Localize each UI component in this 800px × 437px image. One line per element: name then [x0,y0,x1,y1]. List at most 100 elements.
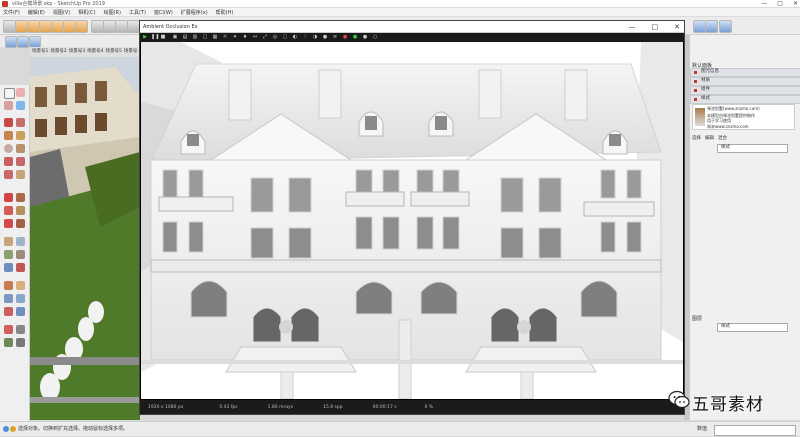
ao-close-button[interactable]: ✕ [674,21,680,33]
protractor-icon[interactable] [4,250,13,259]
eye-icon[interactable]: ● [322,34,328,40]
move-tool-icon[interactable] [4,193,13,202]
arc-tool-icon[interactable] [4,157,13,166]
line-tool-icon[interactable] [4,118,13,127]
position-camera-icon[interactable] [4,325,13,334]
pause-icon[interactable]: ❚❚ [151,34,159,40]
dimension-tool-icon[interactable] [16,237,25,246]
tape-measure-icon[interactable] [4,237,13,246]
filter-icon[interactable]: ≡ [332,34,338,40]
offset-tool-icon[interactable] [16,219,25,228]
circle-tool-icon[interactable] [4,144,13,153]
select-tool-icon[interactable] [4,88,15,99]
previous-view-icon[interactable] [16,307,25,316]
tab-mix[interactable]: 混合 [718,135,727,141]
walk-icon[interactable] [17,36,29,48]
paint-tool-icon[interactable] [4,101,13,110]
arc2-tool-icon[interactable] [16,157,25,166]
sun-icon[interactable]: ☼ [222,34,228,40]
play-icon[interactable]: ▶ [142,34,148,40]
paint-bucket-icon[interactable] [16,101,25,110]
stop-icon[interactable]: ■ [160,34,166,40]
scale-tool-icon[interactable] [4,219,13,228]
polygon-tool-icon[interactable] [16,144,25,153]
zoom-tool-icon[interactable] [4,294,13,303]
zoom-extents-icon[interactable] [4,307,13,316]
rectangle-tool-icon[interactable] [4,131,13,140]
sketchup-viewport[interactable] [30,57,140,420]
menu-draw[interactable]: 绘图(R) [104,9,121,16]
toggle-icon[interactable]: ◐ [292,34,298,40]
expand-icon[interactable]: ⤢ [262,34,268,40]
copy-icon[interactable]: ▤ [182,34,188,40]
menu-edit[interactable]: 编辑(E) [28,9,45,16]
rotate-tool-icon[interactable] [4,206,13,215]
orbit-tool-icon[interactable] [4,281,13,290]
maximize-button[interactable]: □ [777,0,783,8]
pie-tool-icon[interactable] [16,170,25,179]
scene-tab-6[interactable]: 场景号 [124,47,138,57]
orbit-icon[interactable] [5,36,17,48]
section-plane-icon[interactable] [16,338,25,347]
menu-camera[interactable]: 相机(C) [78,9,95,16]
menu-window[interactable]: 窗口(W) [154,9,173,16]
style-select[interactable]: 样式 [717,144,788,153]
save-icon[interactable]: ▣ [172,34,178,40]
ao-render-viewport[interactable] [141,42,683,399]
minimize-button[interactable]: — [761,0,767,8]
fit-icon[interactable]: ▢ [282,34,288,40]
record-icon[interactable]: ● [342,34,348,40]
menu-file[interactable]: 文件(F) [3,9,20,16]
arc3-tool-icon[interactable] [4,170,13,179]
light-icon[interactable]: ✦ [232,34,238,40]
pan-tool-icon[interactable] [16,281,25,290]
follow-me-icon[interactable] [16,206,25,215]
look-around-icon[interactable] [4,338,13,347]
scene-tab-4[interactable]: 场景号4 [87,47,103,57]
geo-icon[interactable] [10,426,16,432]
text-tool-icon[interactable] [16,250,25,259]
ao-maximize-button[interactable]: □ [652,21,659,33]
freehand-tool-icon[interactable] [16,118,25,127]
image-icon[interactable]: ▥ [192,34,198,40]
zoom-window-icon[interactable] [16,294,25,303]
eraser-tool-icon[interactable] [16,88,25,97]
grey-dot-icon[interactable]: ● [362,34,368,40]
tab-select[interactable]: 选择 [692,135,701,141]
settings-icon[interactable] [719,20,732,33]
push-pull-icon[interactable] [16,193,25,202]
scene-tab-1[interactable]: 场景号1 [32,47,48,57]
menu-extensions[interactable]: 扩展程序(x) [181,9,208,16]
zoom-icon[interactable]: ◎ [272,34,278,40]
frame-icon[interactable]: □ [202,34,208,40]
3d-text-icon[interactable] [16,263,25,272]
green-dot-icon[interactable]: ● [352,34,358,40]
resize-icon[interactable]: ↔ [252,34,258,40]
axes-tool-icon[interactable] [4,263,13,272]
tray-section-styles[interactable]: 样式 [690,95,800,104]
tray-section-materials[interactable]: 材质 [690,77,800,86]
measurements-input[interactable] [714,425,796,436]
rotated-rect-icon[interactable] [16,131,25,140]
dots-icon[interactable]: ⁝ [302,34,308,40]
ao-minimize-button[interactable]: — [629,21,636,33]
half-icon[interactable]: ◑ [312,34,318,40]
box-icon-3[interactable] [75,20,88,33]
tab-edit[interactable]: 编辑 [705,135,714,141]
pin-icon[interactable]: ♦ [242,34,248,40]
close-button[interactable]: ✕ [793,0,798,8]
menu-tools[interactable]: 工具(T) [129,9,146,16]
tray-section-entity-info[interactable]: 图元信息 [690,68,800,77]
menu-help[interactable]: 帮助(H) [216,9,234,16]
circle-icon[interactable]: ○ [372,34,378,40]
tray-section-components[interactable]: 组件 [690,86,800,95]
scene-tab-2[interactable]: 场景号2 [50,47,66,57]
grid-icon[interactable]: ▦ [212,34,218,40]
scene-tab-3[interactable]: 场景号3 [69,47,85,57]
scene-tab-5[interactable]: 场景号5 [106,47,122,57]
target-icon[interactable] [705,20,718,33]
info-icon[interactable] [3,426,9,432]
menu-view[interactable]: 视图(V) [53,9,70,16]
walk-tool-icon[interactable] [16,325,25,334]
layer-style-select[interactable]: 样式 [717,323,788,332]
